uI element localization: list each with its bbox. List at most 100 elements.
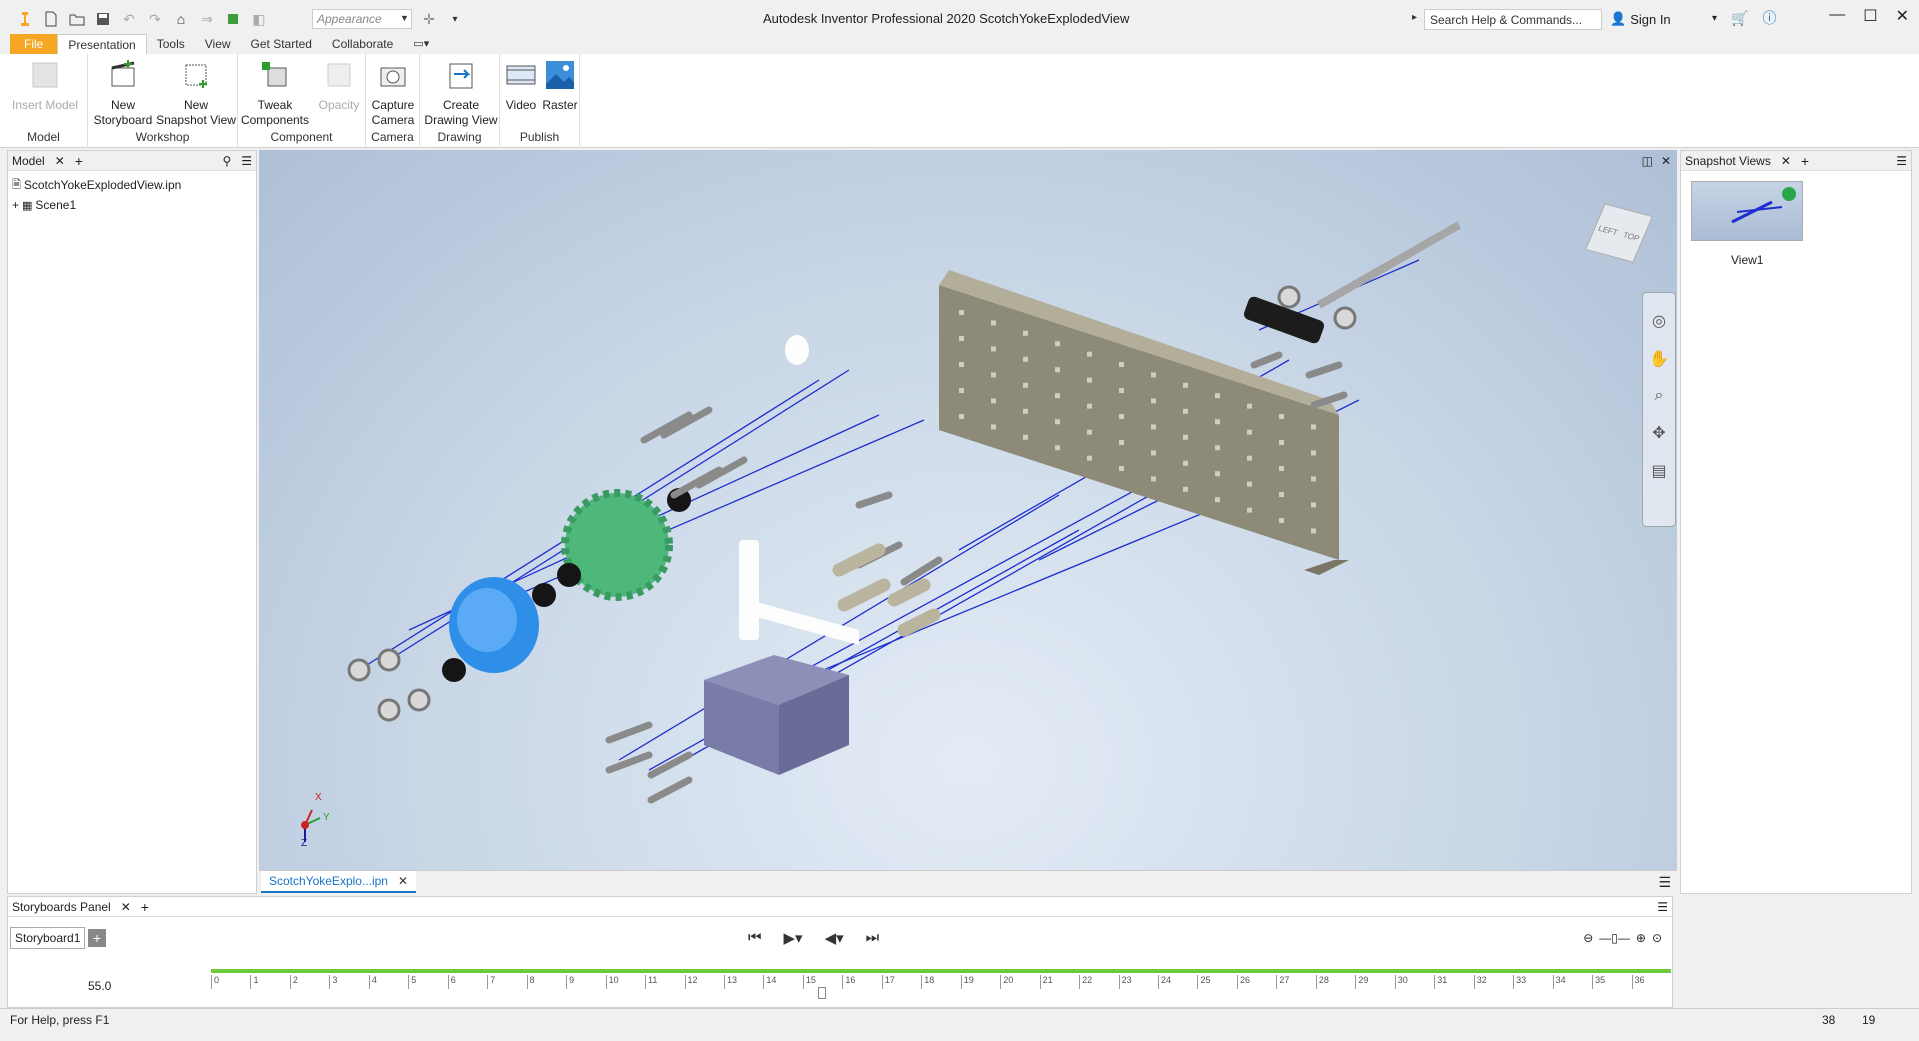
- zoom-out-icon[interactable]: ⊖: [1583, 931, 1593, 945]
- storyboard-tab[interactable]: Storyboard1: [10, 927, 86, 949]
- new-storyboard-button[interactable]: New Storyboard: [90, 58, 156, 128]
- new-snapshot-view-button[interactable]: New Snapshot View: [154, 58, 238, 128]
- plate-hole: [991, 398, 996, 404]
- raster-button[interactable]: Raster: [540, 58, 580, 113]
- create-label-2: Drawing View: [424, 113, 498, 127]
- chevron-down-icon[interactable]: ▾: [1712, 13, 1717, 24]
- plate-hole: [1279, 492, 1284, 497]
- close-icon[interactable]: ✕: [1781, 154, 1791, 168]
- plate-hole: [1247, 481, 1252, 487]
- add-storyboard-button[interactable]: +: [88, 929, 106, 947]
- tab-collaborate[interactable]: Collaborate: [322, 34, 403, 54]
- new-file-icon[interactable]: [40, 8, 62, 30]
- viewcube-face-left[interactable]: LEFT: [1597, 223, 1619, 236]
- expand-icon[interactable]: +: [12, 198, 19, 212]
- playhead[interactable]: [818, 987, 826, 999]
- cart-icon[interactable]: 🛒: [1731, 10, 1748, 27]
- model-browser-title: Model: [12, 153, 45, 168]
- menu-icon[interactable]: ☰: [1896, 154, 1907, 168]
- tree-item-scene[interactable]: + ▦ Scene1: [8, 195, 256, 215]
- add-icon[interactable]: +: [1801, 153, 1809, 169]
- menu-icon[interactable]: ☰: [241, 154, 252, 168]
- close-icon[interactable]: ✕: [1661, 154, 1671, 168]
- create-drawing-view-button[interactable]: Create Drawing View: [422, 58, 500, 128]
- home-icon[interactable]: ⌂: [170, 8, 192, 30]
- tab-extra-dropdown[interactable]: ▭▾: [403, 34, 439, 54]
- restore-icon[interactable]: ◫: [1642, 154, 1653, 168]
- insert-model-button[interactable]: Insert Model: [10, 58, 80, 113]
- play-reverse-icon[interactable]: ◀▾: [825, 929, 844, 947]
- plate-hole: [1023, 382, 1028, 388]
- close-icon[interactable]: ✕: [121, 900, 131, 914]
- add-icon[interactable]: +: [141, 899, 149, 915]
- plate-hole: [991, 424, 996, 430]
- update-icon[interactable]: ⇒: [196, 8, 218, 30]
- timeline[interactable]: 0 1 2 3 4 5 6 7 8 9 10 11 12 13 14 15 16 17 18 19 20 21 22 23 24…: [211, 969, 1671, 1005]
- status-num-1: 38: [1822, 1013, 1836, 1027]
- zoom-fit-icon[interactable]: ⊙: [1652, 931, 1662, 945]
- open-folder-icon[interactable]: [66, 8, 88, 30]
- zoom-icon[interactable]: ⌕: [1655, 387, 1664, 405]
- orbit-icon[interactable]: ✥: [1652, 423, 1665, 443]
- close-icon[interactable]: ✕: [55, 154, 65, 168]
- appearance-dropdown[interactable]: Appearance: [312, 9, 412, 29]
- add-icon[interactable]: ✛: [418, 8, 440, 30]
- go-to-start-icon[interactable]: ⏮: [748, 929, 762, 947]
- sign-in-button[interactable]: 👤 Sign In: [1610, 11, 1671, 27]
- close-icon[interactable]: ✕: [398, 874, 408, 888]
- pan-icon[interactable]: ✋: [1649, 349, 1669, 369]
- save-icon[interactable]: [92, 8, 114, 30]
- ribbon-panel: Insert Model Model New Storyboard New Sn…: [0, 54, 1919, 148]
- material-icon[interactable]: [222, 8, 244, 30]
- steering-wheel-icon[interactable]: ◎: [1652, 311, 1666, 331]
- group-workshop: New Storyboard New Snapshot View Worksho…: [88, 54, 238, 148]
- search-expand-icon[interactable]: ▸: [1412, 12, 1417, 23]
- tab-file[interactable]: File: [10, 34, 58, 54]
- snapshot-thumbnail[interactable]: [1691, 181, 1803, 241]
- group-publish: Video Raster Publish: [500, 54, 580, 148]
- undo-icon[interactable]: ↶: [118, 8, 140, 30]
- tab-tools[interactable]: Tools: [147, 34, 195, 54]
- chevron-down-icon[interactable]: ▼: [400, 13, 409, 23]
- timeline-tick: 11: [645, 975, 657, 989]
- menu-icon[interactable]: ☰: [1657, 900, 1668, 914]
- tab-view[interactable]: View: [195, 34, 241, 54]
- plate-hole: [1087, 429, 1092, 435]
- viewcube-face-top[interactable]: TOP: [1622, 230, 1641, 243]
- appearance-icon[interactable]: ◧: [248, 8, 270, 30]
- blue-hub-face: [457, 588, 517, 652]
- capture-camera-button[interactable]: Capture Camera: [368, 58, 418, 128]
- customize-qat-icon[interactable]: ▾: [444, 8, 466, 30]
- status-bar: For Help, press F1 38 19: [0, 1008, 1919, 1030]
- add-icon[interactable]: +: [75, 153, 83, 169]
- video-button[interactable]: Video: [502, 58, 540, 113]
- close-icon[interactable]: ✕: [1896, 6, 1909, 26]
- plate-hole: [1087, 377, 1092, 383]
- tweak-components-button[interactable]: Tweak Components: [240, 58, 310, 128]
- zoom-slider[interactable]: —▯—: [1599, 931, 1630, 945]
- plate-hole: [991, 372, 996, 378]
- tab-presentation[interactable]: Presentation: [57, 34, 147, 54]
- help-icon[interactable]: ⓘ: [1762, 8, 1776, 28]
- timeline-tick: 13: [723, 975, 737, 989]
- zoom-in-icon[interactable]: ⊕: [1636, 931, 1646, 945]
- redo-icon[interactable]: ↷: [144, 8, 166, 30]
- plate-hole: [1311, 502, 1316, 508]
- look-at-icon[interactable]: ▤: [1651, 461, 1666, 481]
- view-cube[interactable]: LEFT TOP: [1584, 198, 1654, 268]
- graphics-viewport[interactable]: LEFT TOP ◎ ✋ ⌕ ✥ ▤ ◫ ✕ X Y Z: [259, 150, 1677, 870]
- tab-get-started[interactable]: Get Started: [241, 34, 322, 54]
- minimize-icon[interactable]: —: [1829, 6, 1845, 26]
- search-icon[interactable]: ⚲: [222, 154, 231, 168]
- tree-item-document[interactable]: 🗎 ScotchYokeExplodedView.ipn: [8, 175, 256, 195]
- inventor-logo-icon[interactable]: [14, 8, 36, 30]
- go-to-end-icon[interactable]: ⏭: [866, 929, 880, 947]
- document-tab[interactable]: ScotchYokeExplo...ipn ✕: [261, 871, 417, 893]
- axis-z-label: Z: [301, 838, 308, 849]
- search-input[interactable]: Search Help & Commands...: [1424, 9, 1602, 30]
- maximize-icon[interactable]: ☐: [1863, 6, 1877, 26]
- menu-icon[interactable]: ☰: [1658, 874, 1671, 891]
- play-forward-icon[interactable]: ▶▾: [784, 929, 803, 947]
- timeline-tick: 5: [408, 975, 416, 989]
- opacity-button[interactable]: Opacity: [314, 58, 364, 113]
